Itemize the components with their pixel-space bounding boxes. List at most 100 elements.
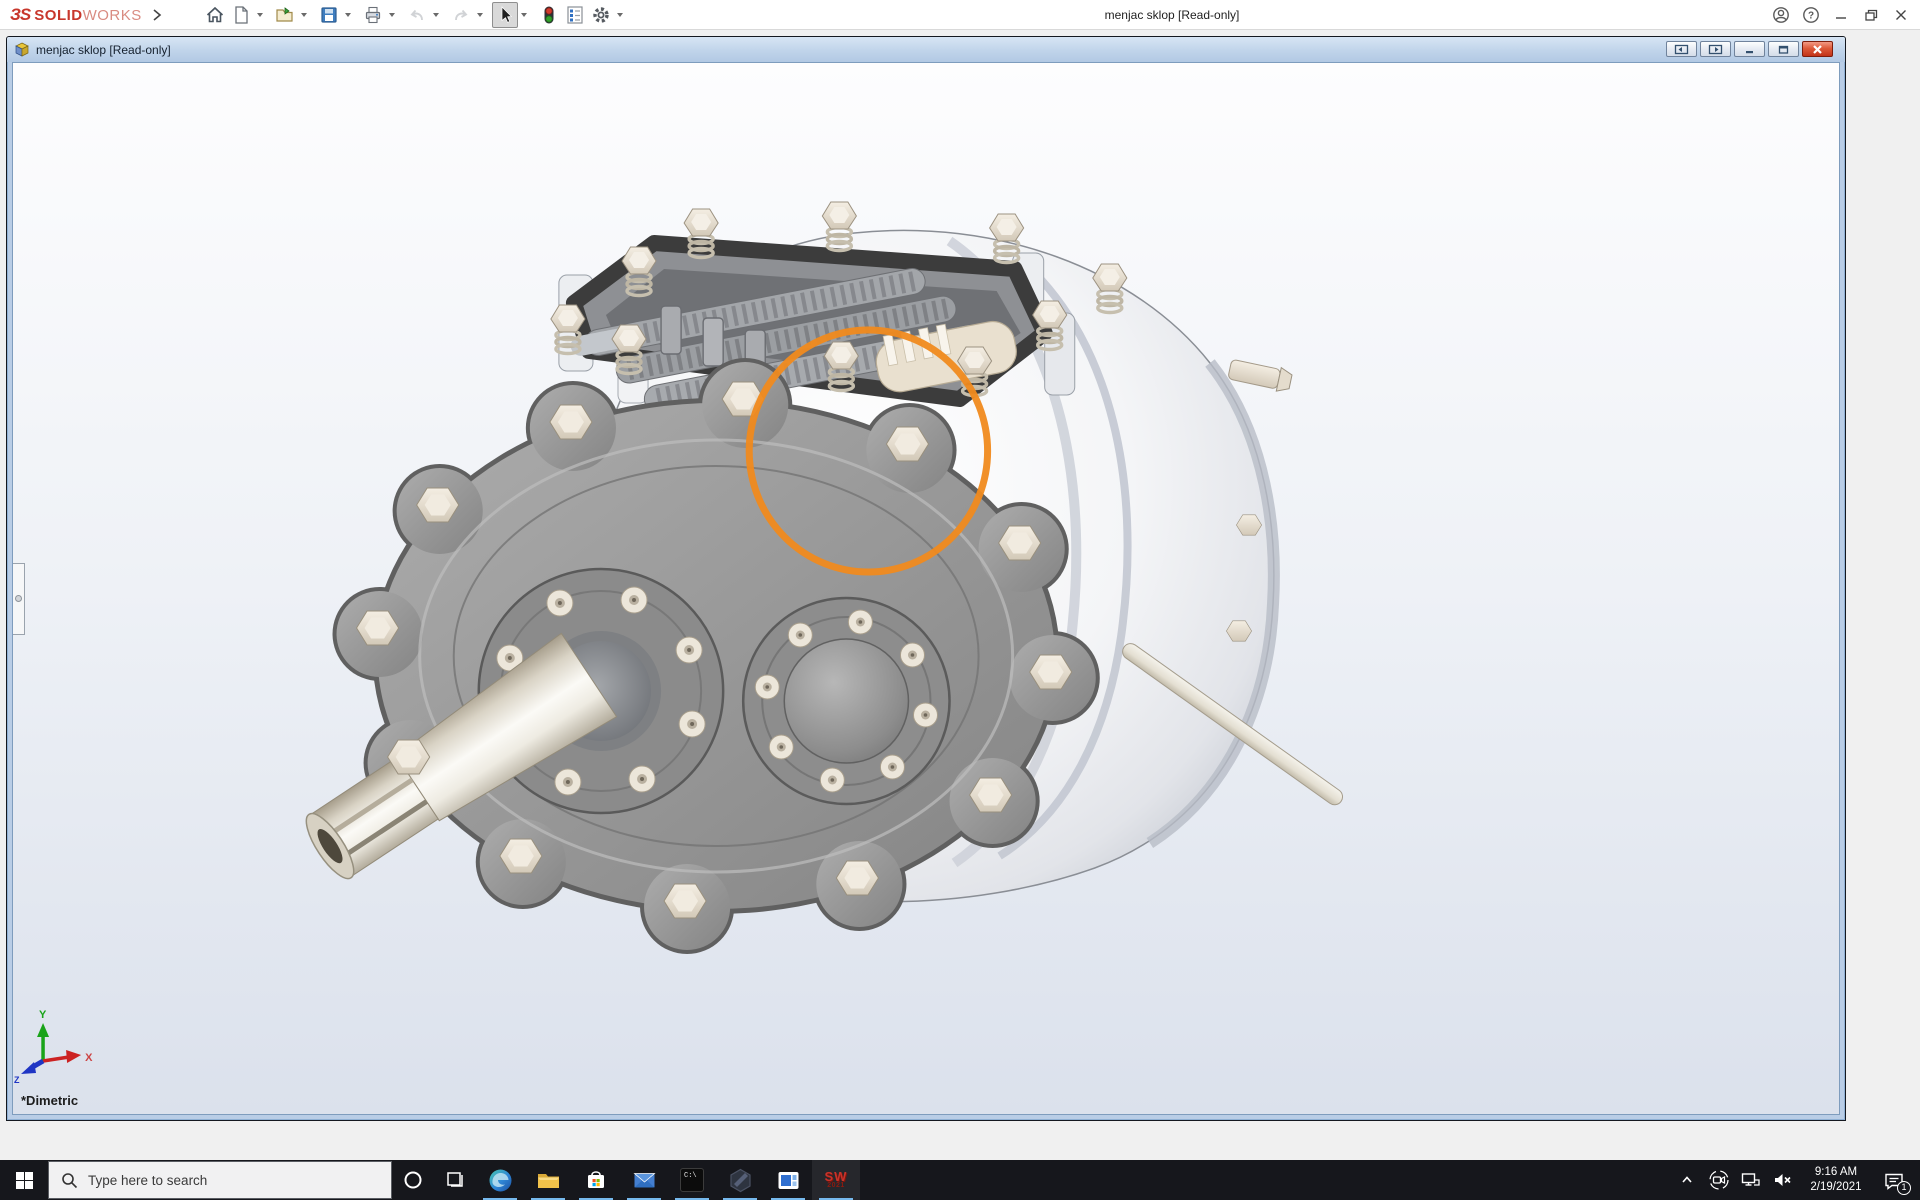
pane-tab-handle [15, 595, 22, 602]
gearbox-3d-model[interactable]: Y X Z [13, 63, 1839, 1114]
document-window: menjac sklop [Read-only] Y X Z *Dimetric [6, 36, 1846, 1121]
help-icon: ? [1803, 7, 1819, 23]
hexagon-app-icon [729, 1168, 751, 1192]
redo-dropdown[interactable] [474, 2, 486, 28]
graphics-area[interactable]: Y X Z *Dimetric [12, 62, 1840, 1115]
taskbar-icon-solidworks[interactable]: SW 2021 [812, 1160, 860, 1200]
model-viewport[interactable]: Y X Z *Dimetric [13, 63, 1839, 1114]
undo-dropdown[interactable] [430, 2, 442, 28]
svg-text:X: X [85, 1052, 93, 1064]
microsoft-store-icon [588, 1171, 604, 1188]
ds-logo-mark: ЗS [10, 4, 31, 24]
view-orientation-label: *Dimetric [21, 1093, 79, 1108]
home-icon [206, 6, 223, 22]
search-placeholder: Type here to search [88, 1172, 208, 1188]
restore-button[interactable] [1856, 1, 1886, 29]
pane-left-button[interactable] [1666, 41, 1697, 57]
home-button[interactable] [202, 2, 228, 28]
document-title: menjac sklop [Read-only] [36, 42, 171, 57]
options-button[interactable] [588, 2, 614, 28]
open-button[interactable] [272, 2, 298, 28]
undo-icon [410, 9, 423, 20]
open-dropdown[interactable] [298, 2, 310, 28]
new-document-button[interactable] [228, 2, 254, 28]
save-icon [321, 6, 337, 23]
account-button[interactable] [1766, 1, 1796, 29]
print-button[interactable] [360, 2, 386, 28]
document-titlebar[interactable]: menjac sklop [Read-only] [7, 37, 1845, 62]
screen: ЗS SOLID WORKS menjac sklop [Read-only] … [0, 0, 1920, 1200]
close-button[interactable] [1886, 1, 1916, 29]
taskbar-clock[interactable]: 9:16 AM 2/19/2021 [1800, 1165, 1872, 1195]
document-minimize-button[interactable] [1734, 41, 1765, 57]
action-center-button[interactable]: 1 [1874, 1160, 1914, 1200]
print-dropdown[interactable] [386, 2, 398, 28]
svg-text:Z: Z [14, 1075, 20, 1085]
edge-icon [489, 1169, 511, 1191]
photos-app-icon [778, 1171, 798, 1189]
open-folder-icon [276, 6, 293, 22]
pane-right-icon [1708, 44, 1723, 54]
document-minimize-icon [1746, 50, 1753, 53]
cortana-button[interactable] [392, 1160, 434, 1200]
minimize-icon [1836, 17, 1846, 19]
network-button[interactable] [1736, 1160, 1766, 1200]
taskbar-icon-microsoft-store[interactable] [572, 1160, 620, 1200]
taskbar-icon-command-prompt[interactable]: C:\ [668, 1160, 716, 1200]
select-tool-button[interactable] [491, 1, 518, 28]
undo-button[interactable] [404, 2, 430, 28]
mail-icon [632, 1172, 656, 1187]
windows-taskbar: Type here to search C:\ SW 2021 9:16 AM … [0, 1160, 1920, 1200]
taskbar-empty-area [860, 1160, 1672, 1200]
assembly-document-icon [15, 42, 29, 57]
taskbar-icon-file-explorer[interactable] [524, 1160, 572, 1200]
document-restore-icon [1778, 45, 1789, 54]
traffic-light-rebuild-icon [544, 6, 554, 23]
file-properties-icon [567, 5, 583, 24]
menu-expand-arrow-icon[interactable] [152, 8, 162, 21]
meet-now-camera-icon [1709, 1170, 1729, 1190]
feature-tree-collapsed-tab[interactable] [13, 563, 25, 635]
file-properties-button[interactable] [562, 2, 588, 28]
pane-right-button[interactable] [1700, 41, 1731, 57]
options-dropdown[interactable] [614, 2, 626, 28]
ethernet-network-icon [1741, 1173, 1760, 1186]
taskbar-icon-edge[interactable] [476, 1160, 524, 1200]
solidworks-taskbar-icon: SW 2021 [824, 1168, 848, 1189]
close-icon [1896, 10, 1906, 20]
notification-badge: 1 [1897, 1181, 1911, 1195]
document-close-button[interactable] [1802, 41, 1833, 57]
svg-text:Y: Y [39, 1009, 47, 1021]
app-window-title: menjac sklop [Read-only] [1104, 8, 1240, 22]
redo-icon [454, 9, 468, 20]
document-restore-button[interactable] [1768, 41, 1799, 57]
windows-logo-icon [15, 1171, 33, 1189]
select-tool-dropdown[interactable] [518, 2, 530, 28]
meet-now-button[interactable] [1704, 1160, 1734, 1200]
search-icon [62, 1172, 78, 1188]
help-button[interactable]: ? [1796, 1, 1826, 29]
chevron-up-icon [1682, 1176, 1692, 1183]
solidworks-logo: ЗS SOLID WORKS [10, 4, 142, 24]
document-close-icon [1813, 44, 1822, 54]
rebuild-button[interactable] [536, 2, 562, 28]
taskbar-icon-mail[interactable] [620, 1160, 668, 1200]
minimize-button[interactable] [1826, 1, 1856, 29]
taskbar-icon-photos[interactable] [764, 1160, 812, 1200]
volume-button[interactable] [1768, 1160, 1798, 1200]
new-document-dropdown[interactable] [254, 2, 266, 28]
new-document-icon [235, 5, 248, 24]
task-view-button[interactable] [434, 1160, 476, 1200]
clock-time: 9:16 AM [1814, 1166, 1858, 1179]
command-prompt-icon: C:\ [680, 1168, 704, 1192]
taskbar-icon-hexagon-app[interactable] [716, 1160, 764, 1200]
app-window-controls: ? [1766, 0, 1916, 30]
save-dropdown[interactable] [342, 2, 354, 28]
start-button[interactable] [0, 1160, 48, 1200]
select-cursor-icon [501, 5, 512, 23]
save-button[interactable] [316, 2, 342, 28]
taskbar-search-input[interactable]: Type here to search [48, 1161, 392, 1199]
hidden-icons-chevron[interactable] [1672, 1160, 1702, 1200]
redo-button[interactable] [448, 2, 474, 28]
account-icon [1773, 7, 1789, 23]
